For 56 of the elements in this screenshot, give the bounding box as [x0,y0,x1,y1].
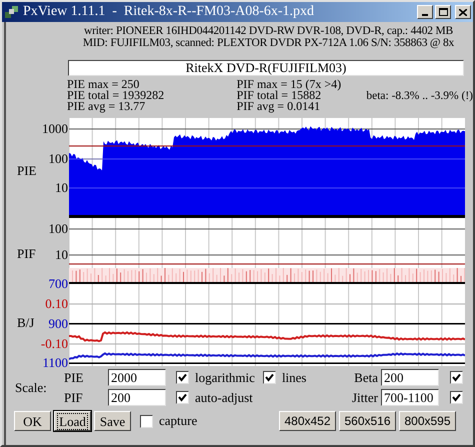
panel-label: B/J [17,314,34,332]
maximize-button[interactable] [435,5,451,19]
checkbox[interactable] [450,391,463,404]
field-label: PIE [64,368,84,387]
stat-text: PIE total = 1939282 [67,90,166,101]
field-label: PIF [64,388,84,407]
info-line: writer: PIONEER 16IHD044201142 DVD-RW DVR-108, DVD-R, cap.: 4402 MB [84,25,453,37]
axis-tick-label: 1100 [42,356,68,370]
disc-label-box: RitekX DVD-R(FUJIFILM03) [68,60,464,76]
panel-label: PIE [17,162,36,180]
checkbox[interactable] [140,414,153,428]
size-button[interactable]: 560x516 [339,411,396,431]
scale-label: Scale: [15,378,47,397]
size-button[interactable]: 800x595 [399,411,456,431]
field-label: Jitter [351,388,378,407]
stat-text: PIE max = 250 [67,79,140,90]
beta-summary: beta: -8.3% .. -3.9% (!) [366,90,473,102]
field-label: Beta [353,368,378,387]
close-button[interactable] [455,5,471,19]
checkbox-label: capture [159,412,198,430]
input-field[interactable]: 700-1100 [381,389,439,406]
checkbox[interactable] [176,391,189,404]
checkbox[interactable] [176,371,189,384]
checkbox-label: lines [282,368,306,387]
close-icon [459,8,467,16]
minimize-icon [422,14,428,16]
minimize-button[interactable] [417,5,433,19]
app-icon [4,4,20,20]
axis-tick-label: 10 [55,248,68,262]
axis-tick-label: 100 [48,222,68,236]
checkbox-label: auto-adjust [195,388,253,407]
stat-text: PIF total = 15882 [236,90,322,101]
info-line: MID: FUJIFILM03, scanned: PLEXTOR DVDR PX-712A 1.06 S/N: 358863 @ 8x [82,37,454,49]
checkbox-label: logarithmic [195,368,255,387]
axis-tick-label: 100 [48,152,68,166]
checkbox[interactable] [262,371,276,384]
axis-tick-label: -0.10 [40,337,68,351]
axis-tick-label: 10 [55,181,68,195]
stat-text: PIF max = 15 (7x >4) [236,79,342,90]
stat-text: PIE avg = 13.77 [67,101,146,112]
input-field[interactable]: 2000 [108,369,166,386]
size-button[interactable]: 480x452 [279,411,336,431]
panel-label: PIF [17,245,36,263]
axis-tick-label: 1000 [42,122,68,136]
window-title: PxView 1.11.1 - Ritek-8x-R--FM03-A08-6x-1.pxd [23,5,314,19]
maximize-icon [438,8,448,16]
axis-tick-label: 700 [48,277,68,291]
checkbox[interactable] [450,371,463,384]
axis-tick-label: 0.10 [45,297,68,311]
input-field[interactable]: 200 [381,369,439,386]
button[interactable]: Load [54,411,91,431]
axis-tick-label: 900 [48,317,68,331]
stat-text: PIF avg = 0.0141 [236,101,322,112]
button[interactable]: OK [14,411,51,431]
input-field[interactable]: 200 [108,389,166,406]
button[interactable]: Save [94,411,131,431]
